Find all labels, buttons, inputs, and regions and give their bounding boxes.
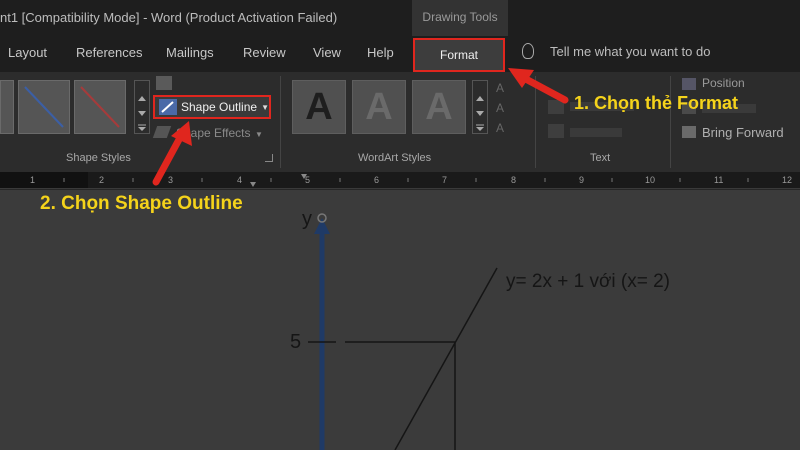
annotation-arrows xyxy=(152,68,569,186)
red-arrow-icon xyxy=(152,121,192,186)
red-arrow-icon xyxy=(508,68,569,104)
